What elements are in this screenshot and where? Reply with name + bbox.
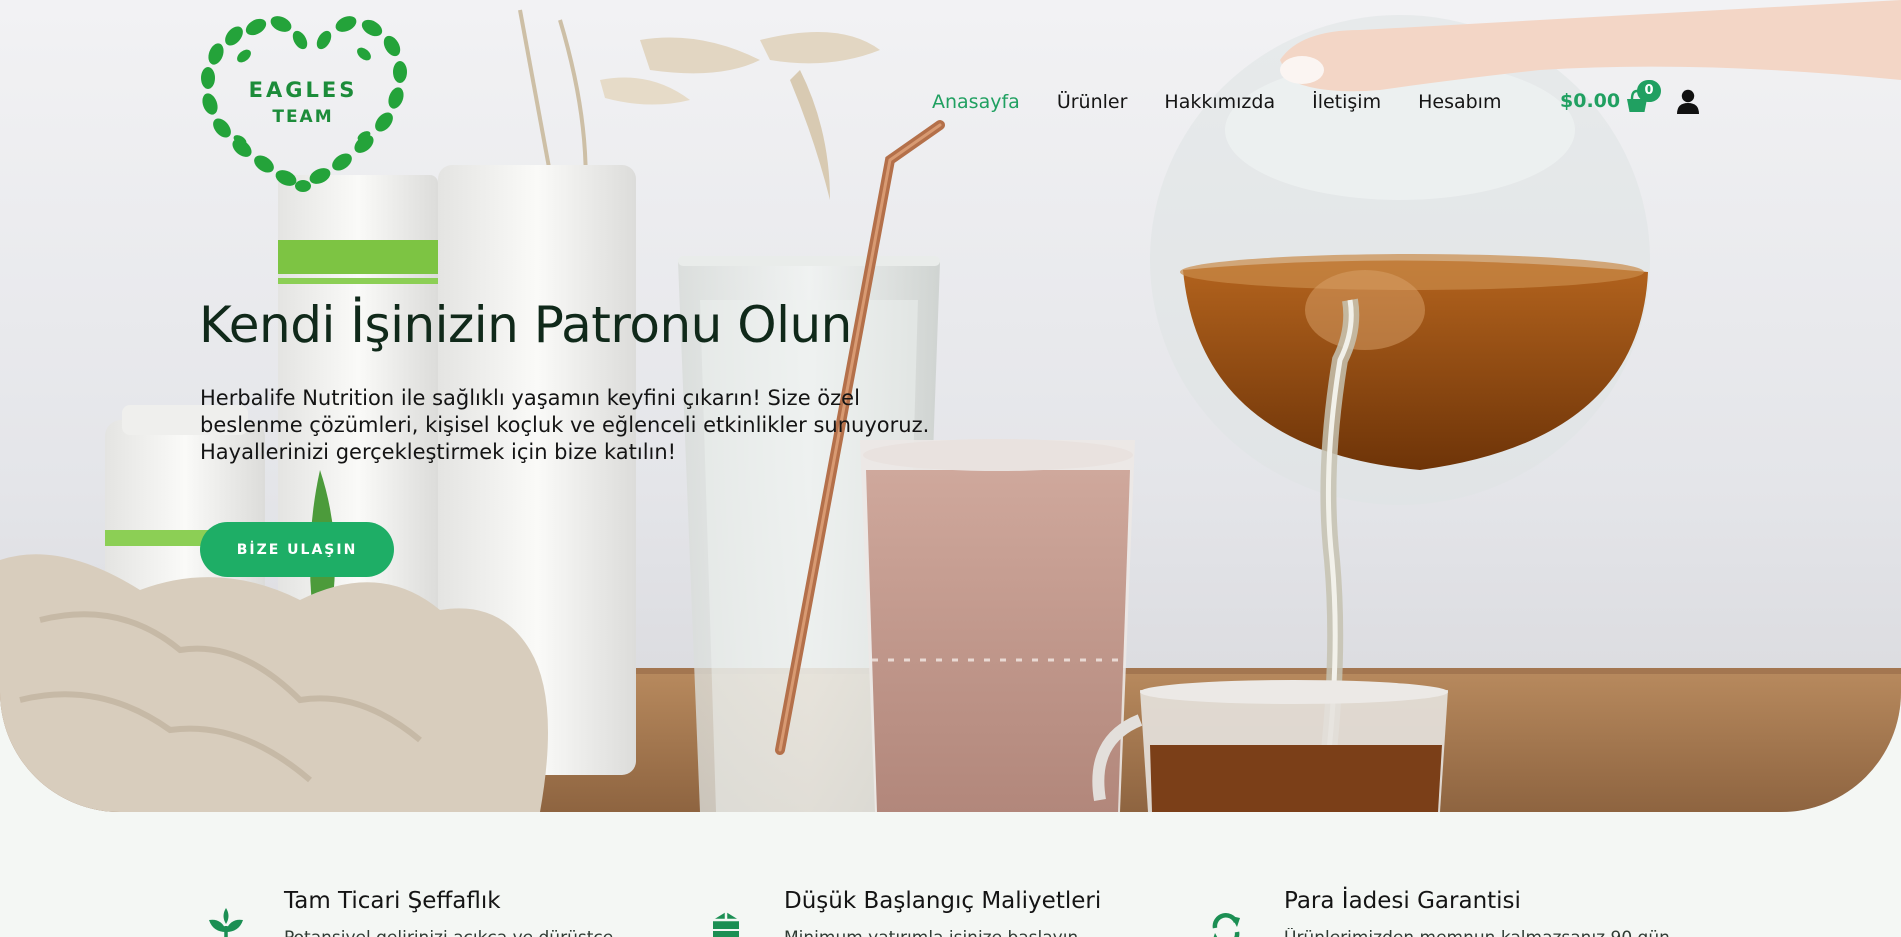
nav-item-products[interactable]: Ürünler bbox=[1057, 91, 1128, 113]
feature-title: Düşük Başlangıç Maliyetleri bbox=[784, 888, 1102, 914]
refresh-icon bbox=[1212, 913, 1240, 937]
cart-total: $0.00 bbox=[1560, 90, 1621, 112]
nav-item-about[interactable]: Hakkımızda bbox=[1164, 91, 1275, 113]
feature-low-cost: Düşük Başlangıç Maliyetleri Minimum yatı… bbox=[699, 888, 1179, 937]
nav-item-contact[interactable]: İletişim bbox=[1312, 91, 1381, 113]
plant-sprout-icon bbox=[209, 908, 243, 937]
feature-text: Ürünlerimizden memnun kalmazsanız 90 gün bbox=[1284, 928, 1674, 937]
main-navigation: Anasayfa Ürünler Hakkımızda İletişim Hes… bbox=[932, 88, 1538, 116]
logo-text-eagles: EAGLES bbox=[248, 78, 358, 102]
contact-us-button[interactable]: BİZE ULAŞIN bbox=[200, 522, 394, 577]
user-icon[interactable] bbox=[1676, 89, 1700, 115]
page: EAGLES TEAM Anasayfa Ürünler Hakkımızda … bbox=[0, 0, 1901, 937]
cart-button[interactable]: $0.00 bbox=[1560, 86, 1648, 116]
logo-text-team: TEAM bbox=[272, 107, 334, 127]
cart-count-badge: 0 bbox=[1637, 80, 1661, 102]
hero-section: EAGLES TEAM Anasayfa Ürünler Hakkımızda … bbox=[0, 0, 1901, 812]
eagles-team-logo[interactable]: EAGLES TEAM bbox=[196, 12, 410, 192]
feature-text: Minimum yatırımla işinize başlayın bbox=[784, 928, 1174, 937]
feature-transparency: Tam Ticari Şeffaflık Potansiyel gelirini… bbox=[199, 888, 679, 937]
hero-description: Herbalife Nutrition ile sağlıklı yaşamın… bbox=[200, 386, 930, 464]
nav-item-account[interactable]: Hesabım bbox=[1418, 91, 1501, 113]
feature-money-back: Para İadesi Garantisi Ürünlerimizden mem… bbox=[1199, 888, 1679, 937]
heart-leaves-icon bbox=[201, 16, 407, 192]
feature-text: Potansiyel gelirinizi açıkça ve dürüstçe bbox=[284, 928, 674, 937]
nav-item-home[interactable]: Anasayfa bbox=[932, 91, 1020, 113]
feature-title: Para İadesi Garantisi bbox=[1284, 888, 1521, 914]
hero-title: Kendi İşinizin Patronu Olun bbox=[199, 296, 852, 354]
feature-title: Tam Ticari Şeffaflık bbox=[284, 888, 501, 914]
box-icon bbox=[713, 912, 739, 937]
